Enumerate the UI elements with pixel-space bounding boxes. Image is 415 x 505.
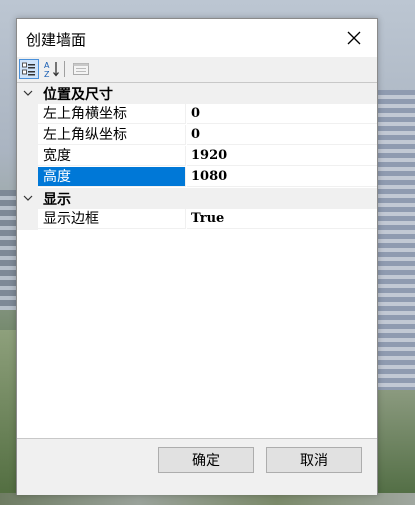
property-name[interactable]: 显示边框 bbox=[38, 209, 186, 229]
dialog-title: 创建墙面 bbox=[26, 31, 87, 49]
category-display[interactable]: 显示 bbox=[17, 188, 377, 209]
property-name[interactable]: 宽度 bbox=[38, 146, 186, 166]
property-row-width[interactable]: 宽度 1920 bbox=[17, 146, 377, 167]
property-name[interactable]: 左上角横坐标 bbox=[38, 104, 186, 124]
alphabetical-sort-icon: A Z bbox=[44, 61, 59, 78]
category-label: 位置及尺寸 bbox=[43, 87, 113, 103]
ok-button[interactable]: 确定 bbox=[158, 447, 254, 473]
property-value[interactable]: 0 bbox=[187, 125, 377, 145]
category-label: 显示 bbox=[43, 192, 71, 208]
property-grid: 位置及尺寸 左上角横坐标 0 左上角纵坐标 0 宽度 1920 高度 1080 bbox=[17, 82, 377, 439]
cancel-button[interactable]: 取消 bbox=[266, 447, 362, 473]
category-position-size[interactable]: 位置及尺寸 bbox=[17, 83, 377, 104]
create-wall-dialog: 创建墙面 A Z 位置及尺寸 左上角横坐标 0 左上角纵坐标 0 宽度 1920… bbox=[16, 18, 378, 495]
title-bar[interactable]: 创建墙面 bbox=[17, 19, 377, 57]
categorized-view-button[interactable] bbox=[19, 59, 39, 79]
background-photo-right-greenery bbox=[376, 390, 415, 505]
background-photo-right-building bbox=[376, 90, 415, 390]
property-row-show-border[interactable]: 显示边框 True bbox=[17, 209, 377, 230]
toolbar-separator bbox=[64, 61, 65, 77]
property-pages-icon bbox=[73, 63, 89, 75]
property-row-height[interactable]: 高度 1080 bbox=[17, 167, 377, 188]
dialog-button-bar: 确定 取消 bbox=[17, 438, 377, 495]
property-value[interactable]: True bbox=[187, 209, 377, 229]
property-name[interactable]: 左上角纵坐标 bbox=[38, 125, 186, 145]
close-icon bbox=[347, 31, 361, 45]
chevron-down-icon[interactable] bbox=[22, 87, 34, 99]
property-grid-toolbar: A Z bbox=[17, 57, 377, 81]
property-row-top-y[interactable]: 左上角纵坐标 0 bbox=[17, 125, 377, 146]
property-name[interactable]: 高度 bbox=[38, 167, 186, 187]
property-value[interactable]: 1080 bbox=[187, 167, 377, 187]
property-value[interactable]: 0 bbox=[187, 104, 377, 124]
close-button[interactable] bbox=[331, 19, 377, 57]
chevron-down-icon[interactable] bbox=[22, 192, 34, 204]
categorized-view-icon bbox=[22, 62, 35, 76]
alphabetical-sort-button[interactable]: A Z bbox=[42, 59, 62, 79]
svg-text:A: A bbox=[44, 61, 50, 70]
property-row-left-x[interactable]: 左上角横坐标 0 bbox=[17, 104, 377, 125]
property-pages-button[interactable] bbox=[71, 59, 91, 79]
property-value[interactable]: 1920 bbox=[187, 146, 377, 166]
svg-text:Z: Z bbox=[44, 70, 50, 78]
